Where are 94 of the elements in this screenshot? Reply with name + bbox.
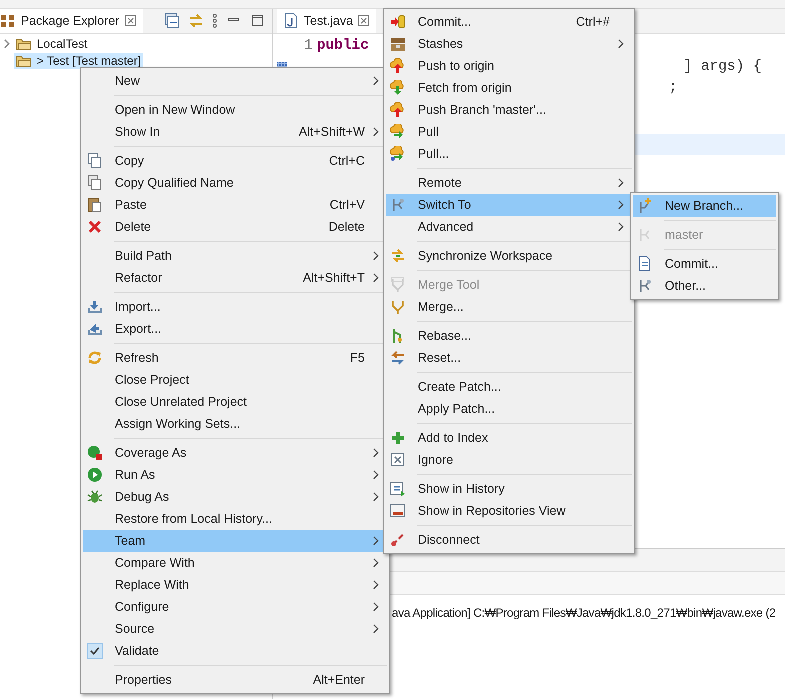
menu-item[interactable]: Other... — [633, 275, 776, 297]
menu-item[interactable]: Commit... Ctrl+# — [386, 11, 632, 33]
menu-item[interactable]: Remote — [386, 172, 632, 194]
menu-item[interactable]: New Branch... — [633, 195, 776, 217]
menu-item[interactable]: Close Project — [83, 369, 387, 391]
line-number: 1 — [304, 38, 313, 54]
collapse-all-icon[interactable] — [164, 13, 180, 29]
code-text: public — [317, 38, 370, 54]
menu-item[interactable]: Build Path — [83, 245, 387, 267]
menu-item[interactable]: Close Unrelated Project — [83, 391, 387, 413]
new-branch-icon — [637, 198, 653, 214]
chest-icon — [390, 36, 406, 52]
menu-item[interactable]: Source — [83, 618, 387, 640]
menu-item[interactable]: Properties Alt+Enter — [83, 669, 387, 691]
tree-item[interactable]: LocalTest — [14, 36, 90, 52]
menu-item[interactable]: Debug As — [83, 486, 387, 508]
menu-item[interactable]: Pull... — [386, 143, 632, 165]
view-tab[interactable]: Package Explorer — [0, 9, 143, 33]
cloud-icon — [390, 146, 406, 162]
run-icon — [87, 467, 103, 483]
coverage-icon — [87, 445, 103, 461]
close-icon[interactable] — [358, 15, 370, 27]
bug-icon — [87, 489, 103, 505]
maximize-icon[interactable] — [250, 13, 266, 29]
menu-item[interactable]: Show in Repositories View — [386, 500, 632, 522]
menu-item[interactable]: Synchronize Workspace — [386, 245, 632, 267]
commit-icon — [390, 14, 406, 30]
menu-item[interactable]: Show In Alt+Shift+W — [83, 121, 387, 143]
sync-icon — [390, 248, 406, 264]
menu-item[interactable]: Open in New Window — [83, 99, 387, 121]
java-file-icon — [283, 13, 299, 29]
expand-chevron-icon[interactable] — [2, 38, 12, 48]
cloud-download-icon — [390, 80, 406, 96]
branch-icon — [390, 197, 406, 213]
menu-item[interactable]: Stashes — [386, 33, 632, 55]
tree-item[interactable]: > Test [Test master] — [14, 52, 144, 68]
menu-item[interactable]: Create Patch... — [386, 376, 632, 398]
menu-item[interactable]: Show in History — [386, 478, 632, 500]
code-text: ] args) { — [684, 58, 762, 74]
copy-icon — [87, 175, 103, 191]
disconnect-icon — [390, 532, 406, 548]
menu-item[interactable]: Compare With — [83, 552, 387, 574]
menu-item[interactable]: Merge... — [386, 296, 632, 318]
tab-label: Test.java — [304, 14, 354, 28]
menu-item[interactable]: Advanced — [386, 216, 632, 238]
delete-icon — [87, 219, 103, 235]
ignore-icon — [390, 452, 406, 468]
menu-item[interactable]: Validate — [83, 640, 387, 662]
menu-item[interactable]: Switch To — [386, 194, 632, 216]
reset-icon — [390, 350, 406, 366]
menu-item[interactable]: Commit... — [633, 253, 776, 275]
menu-item[interactable]: Export... — [83, 318, 387, 340]
clipboard-icon — [87, 197, 103, 213]
refresh-icon — [87, 350, 103, 366]
menu-item[interactable]: Import... — [83, 296, 387, 318]
cloud-upload-icon — [390, 102, 406, 118]
history-icon — [390, 481, 406, 497]
menu-item[interactable]: Pull — [386, 121, 632, 143]
menu-item[interactable]: Restore from Local History... — [83, 508, 387, 530]
branch-icon — [637, 278, 653, 294]
menu-item[interactable]: Refactor Alt+Shift+T — [83, 267, 387, 289]
cloud-download-icon — [390, 124, 406, 140]
menu-item[interactable]: Push to origin — [386, 55, 632, 77]
menu-item[interactable]: Coverage As — [83, 442, 387, 464]
cloud-upload-icon — [390, 58, 406, 74]
menu-item[interactable]: New — [83, 70, 387, 92]
menu-item[interactable]: Reset... — [386, 347, 632, 369]
merge-icon — [390, 299, 406, 315]
menu-item[interactable]: Refresh F5 — [83, 347, 387, 369]
close-icon[interactable] — [124, 15, 137, 27]
editor-tab[interactable]: Test.java — [277, 9, 376, 33]
menu-item[interactable]: Apply Patch... — [386, 398, 632, 420]
menu-item[interactable]: Replace With — [83, 574, 387, 596]
menu-item[interactable]: Assign Working Sets... — [83, 413, 387, 435]
package-icon — [0, 13, 16, 29]
code-text: ; — [669, 80, 678, 96]
import-icon — [87, 299, 103, 315]
merge-icon — [390, 277, 406, 293]
menu-item[interactable]: Add to Index — [386, 427, 632, 449]
view-menu-icon[interactable] — [212, 13, 218, 29]
menu-item[interactable]: Disconnect — [386, 529, 632, 551]
menu-item[interactable]: Rebase... — [386, 325, 632, 347]
menu-item[interactable]: Delete Delete — [83, 216, 387, 238]
plus-icon — [390, 430, 406, 446]
tab-label: Package Explorer — [21, 14, 120, 28]
menu-item[interactable]: Configure — [83, 596, 387, 618]
console-text: ava Application] C:₩Program Files₩Java₩jdk1.8.0_271₩bin₩javaw.exe (2 — [392, 606, 776, 620]
menu-item[interactable]: Push Branch 'master'... — [386, 99, 632, 121]
menu-item[interactable]: Fetch from origin — [386, 77, 632, 99]
menu-item[interactable]: Run As — [83, 464, 387, 486]
document-icon — [637, 256, 653, 272]
copy-icon — [87, 153, 103, 169]
menu-item[interactable]: Ignore — [386, 449, 632, 471]
repository-icon — [390, 503, 406, 519]
